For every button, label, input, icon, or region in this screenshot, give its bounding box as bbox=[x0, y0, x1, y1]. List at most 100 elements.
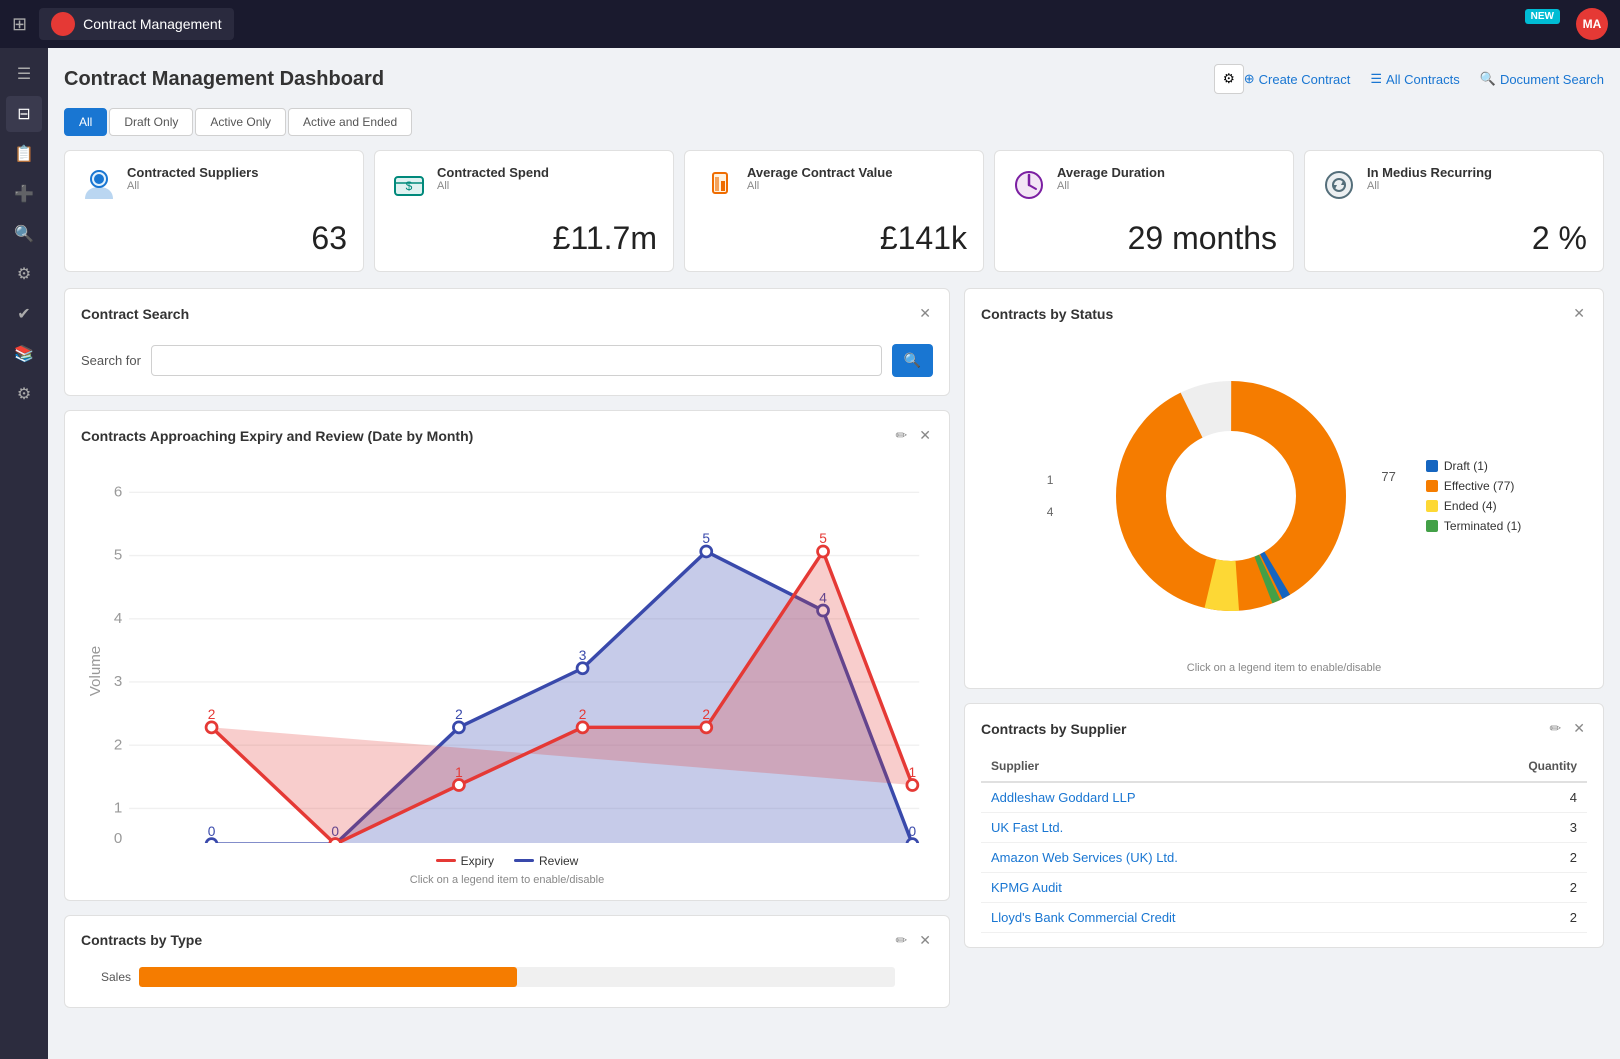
document-search-label: Document Search bbox=[1500, 72, 1604, 87]
sidebar-approve-icon[interactable]: ✔ bbox=[6, 296, 42, 332]
settings-button[interactable]: ⚙ bbox=[1214, 64, 1244, 94]
sidebar-dashboard-icon[interactable]: ⊟ bbox=[6, 96, 42, 132]
sidebar: ☰ ⊟ 📋 ➕ 🔍 ⚙ ✔ 📚 ⚙ bbox=[0, 48, 48, 1059]
kpi-contracted-suppliers: Contracted Suppliers All 63 bbox=[64, 150, 364, 272]
kpi-suppliers-icon bbox=[81, 167, 117, 210]
kpi-contracted-spend: $ Contracted Spend All £11.7m bbox=[374, 150, 674, 272]
svg-text:1: 1 bbox=[909, 765, 917, 780]
kpi-spend-value: £11.7m bbox=[391, 220, 657, 257]
kpi-spend-sub: All bbox=[437, 180, 549, 192]
status-chart-hint: Click on a legend item to enable/disable bbox=[981, 662, 1587, 674]
create-contract-action[interactable]: ⊕ Create Contract bbox=[1244, 71, 1351, 87]
page-header: Contract Management Dashboard ⚙ ⊕ Create… bbox=[64, 64, 1604, 94]
svg-text:2: 2 bbox=[208, 707, 216, 722]
supplier-name[interactable]: KPMG Audit bbox=[981, 873, 1436, 903]
kpi-duration-sub: All bbox=[1057, 180, 1165, 192]
all-contracts-action[interactable]: ☰ All Contracts bbox=[1370, 71, 1459, 87]
expiry-edit-btn[interactable]: ✏ bbox=[894, 425, 910, 446]
sidebar-menu-icon[interactable]: ☰ bbox=[6, 56, 42, 92]
legend-review[interactable]: Review bbox=[514, 854, 578, 868]
supplier-close-btn[interactable]: ✕ bbox=[1571, 718, 1587, 739]
type-close-btn[interactable]: ✕ bbox=[917, 930, 933, 951]
contracts-by-type-widget: Contracts by Type ✏ ✕ Sales bbox=[64, 915, 950, 1008]
app-logo[interactable]: Contract Management bbox=[39, 8, 234, 40]
create-contract-label: Create Contract bbox=[1259, 72, 1351, 87]
svg-text:3: 3 bbox=[579, 648, 587, 663]
status-close-btn[interactable]: ✕ bbox=[1571, 303, 1587, 324]
create-contract-icon: ⊕ bbox=[1244, 71, 1255, 87]
donut-label-77: 77 bbox=[1381, 469, 1395, 484]
left-column: Contract Search ✕ Search for 🔍 Contrac bbox=[64, 288, 950, 1008]
kpi-suppliers-name: Contracted Suppliers bbox=[127, 165, 258, 180]
kpi-recurring-name: In Medius Recurring bbox=[1367, 165, 1492, 180]
supplier-name[interactable]: Amazon Web Services (UK) Ltd. bbox=[981, 843, 1436, 873]
legend-ended-label: Ended (4) bbox=[1444, 499, 1497, 513]
sidebar-config-icon[interactable]: ⚙ bbox=[6, 376, 42, 412]
expiry-review-header: Contracts Approaching Expiry and Review … bbox=[81, 425, 933, 446]
supplier-name[interactable]: Addleshaw Goddard LLP bbox=[981, 782, 1436, 813]
all-contracts-label: All Contracts bbox=[1386, 72, 1460, 87]
expiry-close-btn[interactable]: ✕ bbox=[917, 425, 933, 446]
kpi-avg-duration: Average Duration All 29 months bbox=[994, 150, 1294, 272]
contract-search-close-btn[interactable]: ✕ bbox=[917, 303, 933, 324]
svg-text:5: 5 bbox=[819, 531, 827, 546]
sidebar-contracts-icon[interactable]: 📋 bbox=[6, 136, 42, 172]
sidebar-add-icon[interactable]: ➕ bbox=[6, 176, 42, 212]
filter-tabs: All Draft Only Active Only Active and En… bbox=[64, 108, 1604, 136]
legend-draft-color bbox=[1426, 460, 1438, 472]
legend-terminated[interactable]: Terminated (1) bbox=[1426, 519, 1521, 533]
kpi-recurring: In Medius Recurring All 2 % bbox=[1304, 150, 1604, 272]
svg-text:5: 5 bbox=[702, 531, 710, 546]
sidebar-search-icon[interactable]: 🔍 bbox=[6, 216, 42, 252]
legend-draft[interactable]: Draft (1) bbox=[1426, 459, 1521, 473]
legend-ended-color bbox=[1426, 500, 1438, 512]
legend-effective[interactable]: Effective (77) bbox=[1426, 479, 1521, 493]
svg-text:5: 5 bbox=[114, 547, 122, 564]
supplier-table: Supplier Quantity Addleshaw Goddard LLP4… bbox=[981, 751, 1587, 933]
bar-label-sales: Sales bbox=[81, 970, 131, 984]
kpi-recurring-icon bbox=[1321, 167, 1357, 210]
svg-text:2: 2 bbox=[114, 736, 122, 753]
supplier-name[interactable]: UK Fast Ltd. bbox=[981, 813, 1436, 843]
dashboard-grid: Contract Search ✕ Search for 🔍 Contrac bbox=[64, 288, 1604, 1008]
svg-text:2: 2 bbox=[579, 707, 587, 722]
filter-tab-active-ended[interactable]: Active and Ended bbox=[288, 108, 412, 136]
sidebar-library-icon[interactable]: 📚 bbox=[6, 336, 42, 372]
supplier-name[interactable]: Lloyd's Bank Commercial Credit bbox=[981, 903, 1436, 933]
type-edit-btn[interactable]: ✏ bbox=[894, 930, 910, 951]
search-button[interactable]: 🔍 bbox=[892, 344, 933, 377]
grid-icon[interactable]: ⊞ bbox=[12, 14, 27, 35]
donut-chart-svg bbox=[1091, 356, 1371, 636]
all-contracts-icon: ☰ bbox=[1370, 71, 1382, 87]
legend-expiry[interactable]: Expiry bbox=[436, 854, 494, 868]
main-content: Contract Management Dashboard ⚙ ⊕ Create… bbox=[48, 48, 1620, 1059]
legend-ended[interactable]: Ended (4) bbox=[1426, 499, 1521, 513]
svg-text:0: 0 bbox=[909, 824, 917, 839]
kpi-spend-name: Contracted Spend bbox=[437, 165, 549, 180]
new-badge: NEW bbox=[1525, 9, 1560, 24]
col-quantity: Quantity bbox=[1436, 751, 1587, 782]
col-supplier: Supplier bbox=[981, 751, 1436, 782]
filter-tab-active[interactable]: Active Only bbox=[195, 108, 286, 136]
expiry-review-widget: Contracts Approaching Expiry and Review … bbox=[64, 410, 950, 901]
contract-search-title: Contract Search bbox=[81, 306, 917, 322]
svg-text:1: 1 bbox=[114, 800, 122, 817]
search-input[interactable] bbox=[151, 345, 882, 376]
expiry-chart-area: 6 5 4 3 2 1 0 bbox=[81, 458, 933, 846]
expiry-legend-label: Expiry bbox=[461, 854, 494, 868]
filter-tab-draft[interactable]: Draft Only bbox=[109, 108, 193, 136]
contracts-by-supplier-widget: Contracts by Supplier ✏ ✕ Supplier Quant… bbox=[964, 703, 1604, 948]
kpi-suppliers-sub: All bbox=[127, 180, 258, 192]
top-nav: ⊞ Contract Management NEW MA bbox=[0, 0, 1620, 48]
avatar[interactable]: MA bbox=[1576, 8, 1608, 40]
contract-search-widget: Contract Search ✕ Search for 🔍 bbox=[64, 288, 950, 396]
svg-text:4: 4 bbox=[114, 610, 122, 627]
legend-terminated-label: Terminated (1) bbox=[1444, 519, 1521, 533]
header-actions: ⊕ Create Contract ☰ All Contracts 🔍 Docu… bbox=[1244, 71, 1604, 87]
supplier-edit-btn[interactable]: ✏ bbox=[1548, 718, 1564, 739]
filter-tab-all[interactable]: All bbox=[64, 108, 107, 136]
sidebar-settings-icon[interactable]: ⚙ bbox=[6, 256, 42, 292]
contracts-by-type-header: Contracts by Type ✏ ✕ bbox=[81, 930, 933, 951]
review-legend-color bbox=[514, 859, 534, 862]
document-search-action[interactable]: 🔍 Document Search bbox=[1480, 71, 1604, 87]
